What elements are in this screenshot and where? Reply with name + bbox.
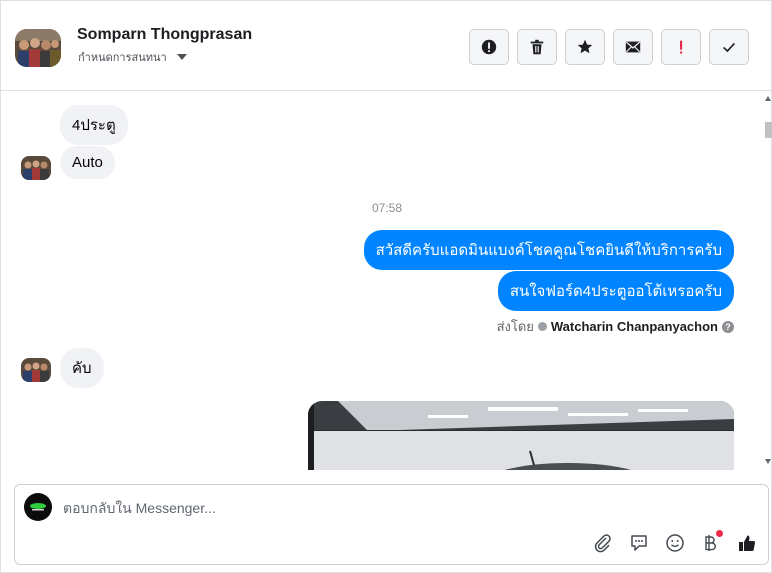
outgoing-message[interactable]: สวัสดีครับแอดมินแบงค์โชคคูณโชคยินดีให้บร…: [363, 230, 734, 270]
reply-input[interactable]: [63, 497, 663, 519]
caret-down-icon: [176, 54, 187, 60]
follow-up-button[interactable]: [661, 29, 701, 65]
notification-dot: [716, 530, 723, 537]
reply-composer: [14, 484, 769, 565]
chat-bubble-icon: [631, 535, 647, 551]
paperclip-icon: [594, 534, 611, 553]
contact-name[interactable]: Somparn Thongprasan: [77, 26, 252, 44]
verified-icon: [537, 322, 547, 331]
trash-icon: [530, 39, 544, 55]
sent-by-label: ส่งโดย: [496, 319, 534, 334]
assign-conversation-dropdown[interactable]: กำหนดการสนทนา: [78, 48, 187, 66]
alert-circle-icon: [481, 39, 497, 55]
message-scrollbar[interactable]: [763, 92, 772, 470]
like-button[interactable]: [736, 532, 758, 554]
star-button[interactable]: [565, 29, 605, 65]
contact-avatar-small: [21, 358, 51, 382]
mark-unread-button[interactable]: [613, 29, 653, 65]
incoming-message[interactable]: คับ: [60, 348, 104, 388]
emoji-button[interactable]: [664, 532, 686, 554]
conversation-header: Somparn Thongprasan กำหนดการสนทนา: [1, 1, 771, 91]
image-attachment[interactable]: [308, 401, 734, 470]
payment-button[interactable]: [700, 530, 723, 554]
scroll-down-icon[interactable]: [765, 459, 771, 464]
help-icon[interactable]: ?: [722, 320, 734, 333]
attach-button[interactable]: [592, 532, 614, 554]
outgoing-message[interactable]: สนใจฟอร์ด4ประตูออโต้เหรอครับ: [497, 271, 734, 311]
contact-avatar-small: [21, 156, 51, 180]
sent-by-info: ส่งโดย Watcharin Chanpanyachon ?: [497, 316, 734, 337]
mark-done-button[interactable]: [709, 29, 749, 65]
message-thread[interactable]: 4ประตู Auto 07:58 สวัสดีครับแอดมินแบงค์โ…: [1, 92, 763, 470]
page-avatar: [24, 493, 52, 521]
delete-button[interactable]: [517, 29, 557, 65]
saved-replies-button[interactable]: [628, 532, 650, 554]
conversation-actions: [469, 29, 749, 65]
exclamation-icon: [680, 40, 683, 54]
scroll-thumb[interactable]: [765, 122, 772, 138]
scroll-up-icon[interactable]: [765, 96, 771, 101]
conversation-panel: Somparn Thongprasan กำหนดการสนทนา 4ประตู…: [0, 0, 772, 573]
contact-avatar[interactable]: [15, 29, 61, 67]
incoming-message[interactable]: 4ประตู: [60, 105, 128, 145]
composer-tools: [592, 530, 758, 554]
thumbs-up-icon: [739, 535, 756, 552]
sent-by-agent[interactable]: Watcharin Chanpanyachon: [551, 319, 718, 334]
star-icon: [577, 39, 593, 54]
checkmark-icon: [723, 42, 735, 53]
mark-spam-button[interactable]: [469, 29, 509, 65]
smiley-icon: [666, 534, 684, 552]
incoming-message[interactable]: Auto: [60, 146, 115, 179]
envelope-icon: [625, 41, 641, 53]
message-timestamp: 07:58: [371, 201, 403, 215]
assign-conversation-label: กำหนดการสนทนา: [78, 52, 167, 64]
